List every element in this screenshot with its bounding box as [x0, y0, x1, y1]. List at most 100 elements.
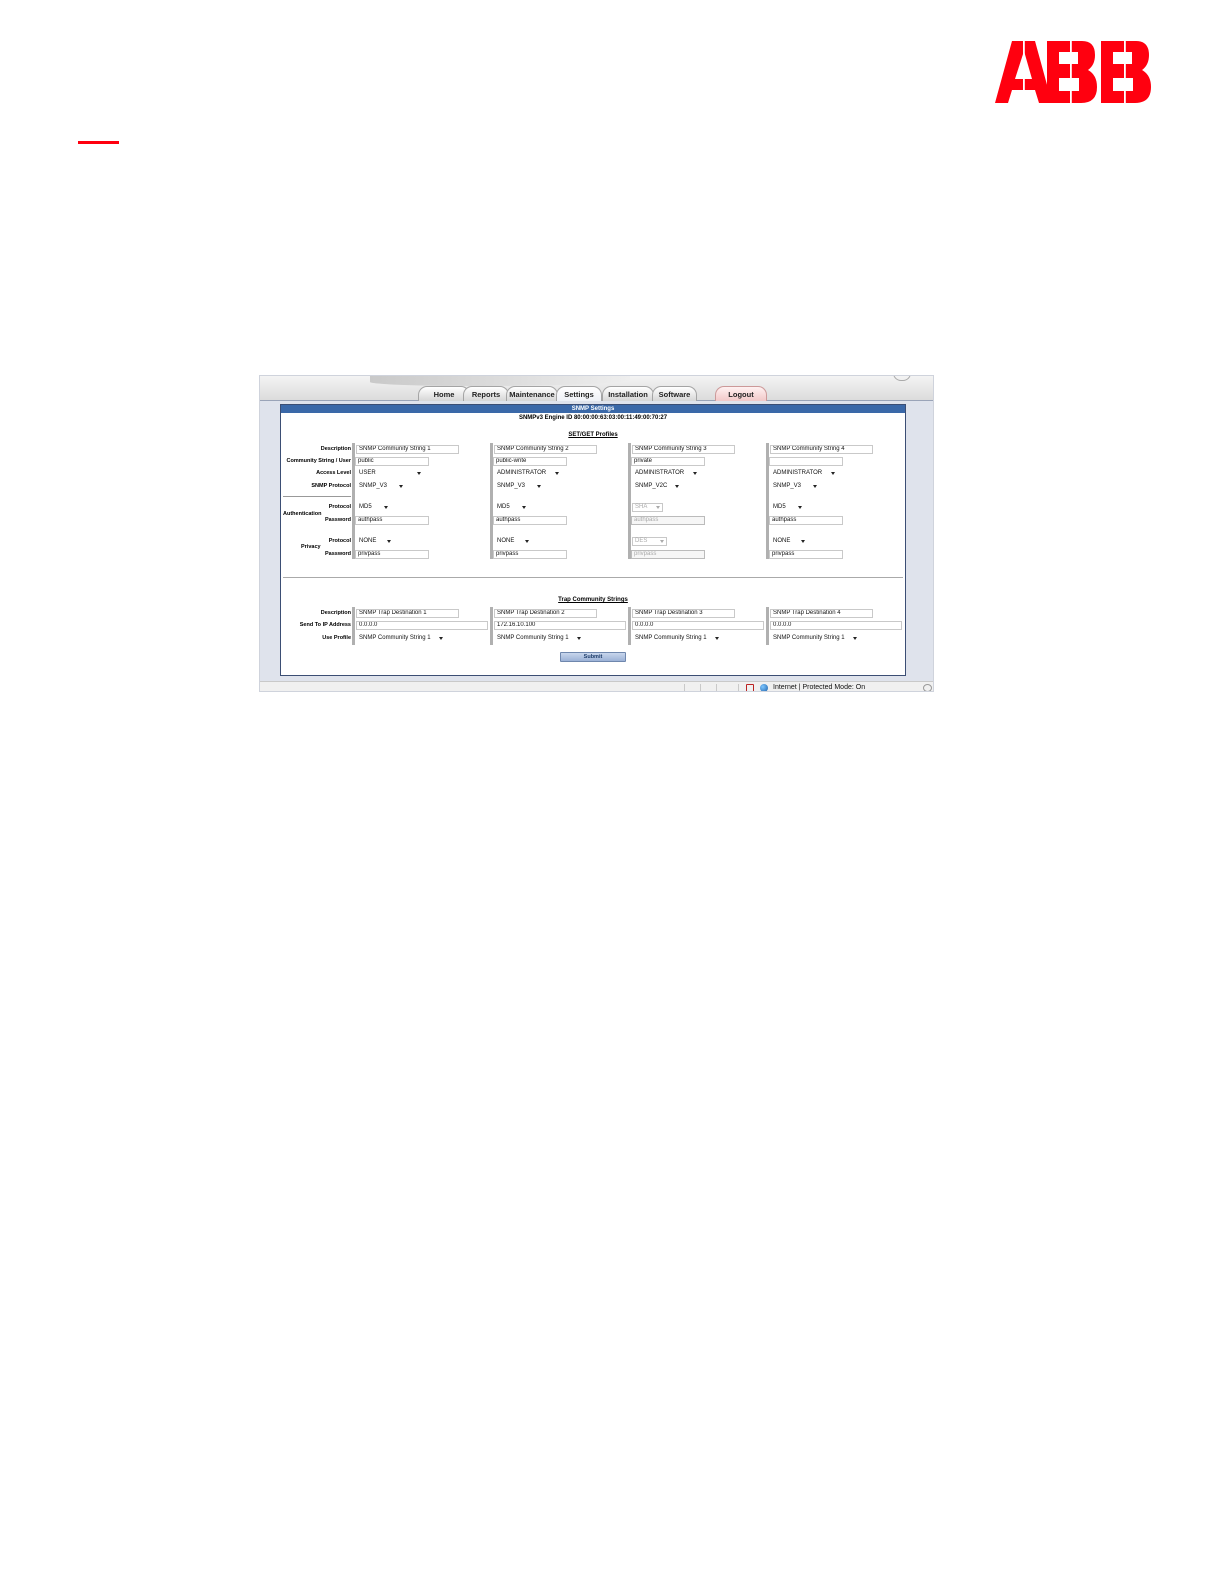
tab-software[interactable]: Software [652, 386, 697, 401]
popup-blocked-icon[interactable] [746, 684, 754, 691]
profile-1-priv-protocol[interactable]: NONE [357, 537, 393, 546]
selected-value: NONE [497, 538, 515, 544]
profile-3-priv-protocol[interactable]: DES [632, 537, 667, 546]
profile-3-access-level[interactable]: ADMINISTRATOR [633, 469, 699, 478]
zoom-icon[interactable] [923, 684, 932, 691]
selected-value: SNMP_V3 [773, 483, 802, 489]
trap-3-description[interactable]: SNMP Trap Destination 3 [632, 609, 735, 618]
profile-4-priv-password[interactable]: privpass [769, 550, 843, 559]
selected-value: MD5 [497, 504, 510, 510]
trap-4-description[interactable]: SNMP Trap Destination 4 [770, 609, 873, 618]
profile-3-description[interactable]: SNMP Community String 3 [632, 445, 735, 454]
chevron-down-icon [399, 485, 403, 488]
trap-2-use-profile[interactable]: SNMP Community String 1 [495, 634, 583, 643]
profile-3-auth-protocol[interactable]: SHA [632, 503, 663, 512]
profile-2-access-level[interactable]: ADMINISTRATOR [495, 469, 561, 478]
abb-logo [995, 41, 1151, 103]
selected-value: SNMP_V3 [359, 483, 388, 489]
profile-1-snmp-protocol[interactable]: SNMP_V3 [357, 482, 405, 491]
internet-zone-icon [760, 684, 768, 691]
selected-value: ADMINISTRATOR [497, 470, 547, 476]
nav-tab-bar: Home Reports Maintenance Settings Instal… [260, 376, 933, 401]
profile-3-priv-password[interactable]: privpass [631, 550, 705, 559]
zone-status-text: Internet | Protected Mode: On [773, 684, 866, 691]
profile-1-auth-password[interactable]: authpass [355, 516, 429, 525]
profile-2-community[interactable]: public-write [493, 457, 567, 466]
profile-3-auth-password[interactable]: authpass [631, 516, 705, 525]
chevron-down-icon [417, 472, 421, 475]
column-divider [766, 607, 769, 645]
profile-3-community[interactable]: private [631, 457, 705, 466]
column-divider [628, 607, 631, 645]
trap-4-use-profile[interactable]: SNMP Community String 1 [771, 634, 859, 643]
selected-value: SNMP Community String 1 [773, 635, 845, 641]
chevron-down-icon [387, 540, 391, 543]
selected-value: USER [359, 470, 376, 476]
profile-2-auth-password[interactable]: authpass [493, 516, 567, 525]
panel-title: SNMP Settings [281, 405, 905, 413]
profile-1-priv-password[interactable]: privpass [355, 550, 429, 559]
set-get-profiles-title: SET/GET Profiles [568, 432, 618, 438]
profile-3-snmp-protocol[interactable]: SNMP_V2C [633, 482, 681, 491]
tab-logout[interactable]: Logout [715, 386, 767, 401]
trap-1-ip-address[interactable]: 0.0.0.0 [356, 621, 488, 630]
profile-4-description[interactable]: SNMP Community String 4 [770, 445, 873, 454]
profile-2-snmp-protocol[interactable]: SNMP_V3 [495, 482, 543, 491]
profile-4-auth-protocol[interactable]: MD5 [771, 503, 804, 512]
label-trap-description: Description [320, 610, 351, 616]
profile-2-priv-password[interactable]: privpass [493, 550, 567, 559]
profile-4-auth-password[interactable]: authpass [769, 516, 843, 525]
chevron-down-icon [675, 485, 679, 488]
label-priv-password: Password [325, 551, 351, 557]
profile-2-description[interactable]: SNMP Community String 2 [494, 445, 597, 454]
status-divider [684, 684, 685, 691]
section-divider [283, 577, 903, 578]
label-authentication: Authentication [283, 511, 322, 517]
profile-2-auth-protocol[interactable]: MD5 [495, 503, 528, 512]
column-divider [490, 607, 493, 645]
trap-1-use-profile[interactable]: SNMP Community String 1 [357, 634, 445, 643]
trap-4-ip-address[interactable]: 0.0.0.0 [770, 621, 902, 630]
tab-installation[interactable]: Installation [602, 386, 654, 401]
status-divider [738, 684, 739, 691]
tab-reports[interactable]: Reports [463, 386, 509, 401]
status-divider [716, 684, 717, 691]
selected-value: NONE [359, 538, 377, 544]
label-priv-protocol: Protocol [328, 538, 351, 544]
selected-value: SNMP Community String 1 [359, 635, 431, 641]
profile-1-community[interactable]: public [355, 457, 429, 466]
chevron-down-icon [660, 540, 664, 543]
label-use-profile: Use Profile [322, 635, 351, 641]
profile-4-snmp-protocol[interactable]: SNMP_V3 [771, 482, 819, 491]
selected-value: NONE [773, 538, 791, 544]
profile-2-priv-protocol[interactable]: NONE [495, 537, 531, 546]
chevron-down-icon [801, 540, 805, 543]
profile-4-access-level[interactable]: ADMINISTRATOR [771, 469, 837, 478]
profile-1-description[interactable]: SNMP Community String 1 [356, 445, 459, 454]
trap-1-description[interactable]: SNMP Trap Destination 1 [356, 609, 459, 618]
profile-1-access-level[interactable]: USER [357, 469, 423, 478]
chevron-down-icon [853, 637, 857, 640]
profile-4-community[interactable] [769, 457, 843, 466]
selected-value: MD5 [773, 504, 786, 510]
selected-value: SNMP Community String 1 [635, 635, 707, 641]
tab-settings[interactable]: Settings [556, 386, 602, 401]
chevron-down-icon [439, 637, 443, 640]
chevron-down-icon [693, 472, 697, 475]
selected-value: SNMP_V2C [635, 483, 668, 489]
profile-4-priv-protocol[interactable]: NONE [771, 537, 807, 546]
trap-3-ip-address[interactable]: 0.0.0.0 [632, 621, 764, 630]
snmp-settings-panel: SNMP Settings SNMPv3 Engine ID 80:00:00:… [280, 404, 906, 676]
trap-2-description[interactable]: SNMP Trap Destination 2 [494, 609, 597, 618]
chevron-down-icon [522, 506, 526, 509]
trap-3-use-profile[interactable]: SNMP Community String 1 [633, 634, 721, 643]
submit-button[interactable]: Submit [560, 652, 626, 662]
selected-value: SHA [635, 504, 648, 510]
selected-value: MD5 [359, 504, 372, 510]
profile-1-auth-protocol[interactable]: MD5 [357, 503, 390, 512]
tab-maintenance[interactable]: Maintenance [506, 386, 558, 401]
browser-screenshot: Home Reports Maintenance Settings Instal… [259, 375, 934, 692]
corner-icon [893, 376, 911, 381]
trap-2-ip-address[interactable]: 172.16.10.100 [494, 621, 626, 630]
label-auth-protocol: Protocol [328, 504, 351, 510]
